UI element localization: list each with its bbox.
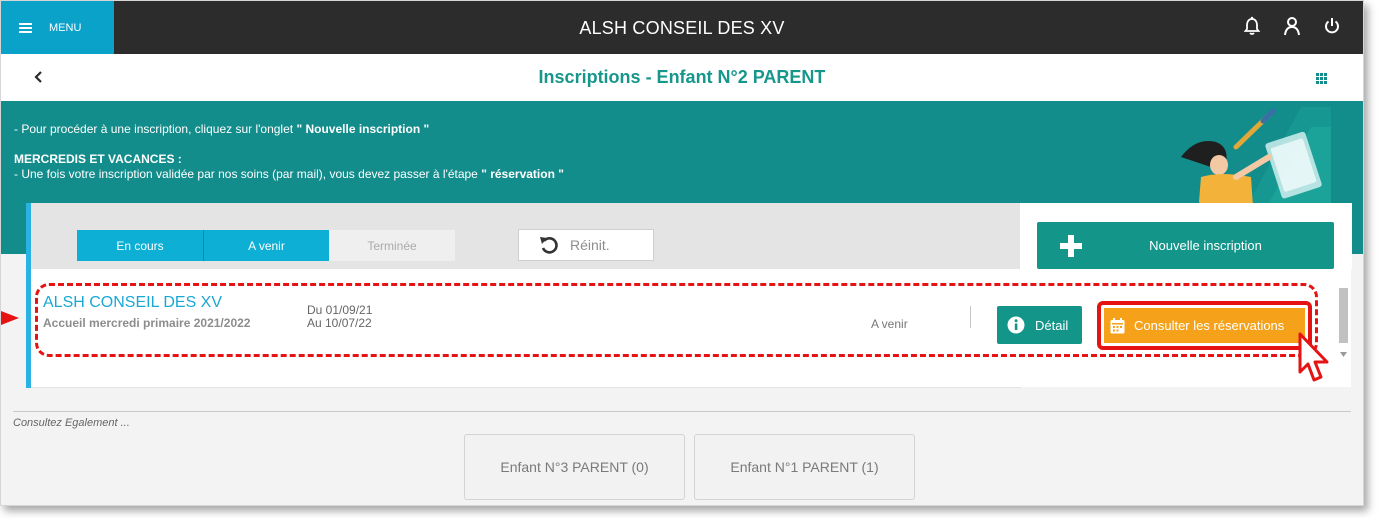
list-accent-bar: [26, 269, 31, 387]
power-icon[interactable]: [1323, 16, 1341, 36]
highlight-dashed-box: [35, 283, 1318, 357]
top-bar: MENU ALSH CONSEIL DES XV: [1, 1, 1363, 54]
bell-icon[interactable]: [1243, 16, 1261, 36]
scrollbar-thumb[interactable]: [1339, 288, 1348, 343]
new-inscription-button[interactable]: Nouvelle inscription: [1037, 222, 1334, 269]
banner-line-1-text: - Pour procéder à une inscription, cliqu…: [14, 122, 297, 136]
scroll-down-arrow-icon[interactable]: [1340, 352, 1347, 357]
banner-line-2: - Une fois votre inscription validée par…: [14, 167, 564, 182]
reset-label: Réinit.: [570, 237, 610, 253]
tab-terminee[interactable]: Terminée: [329, 230, 455, 261]
see-also-label: Consultez Egalement ...: [13, 417, 130, 429]
banner-illustration: [1181, 107, 1331, 217]
user-icon[interactable]: [1283, 16, 1301, 36]
mouse-cursor-icon: [1298, 332, 1329, 382]
child-1-button[interactable]: Enfant N°1 PARENT (1): [694, 434, 915, 500]
reset-button[interactable]: Réinit.: [518, 229, 654, 261]
app-window: MENU ALSH CONSEIL DES XV Inscriptions - …: [0, 0, 1364, 506]
app-title: ALSH CONSEIL DES XV: [579, 18, 785, 38]
banner-line-2-bold: " réservation ": [481, 167, 564, 181]
status-tabs: En cours A venir Terminée: [77, 230, 455, 261]
new-inscription-label: Nouvelle inscription: [1149, 238, 1262, 253]
top-icons: [1243, 16, 1341, 36]
red-pointer-arrow-icon: [1, 311, 19, 325]
banner-heading: MERCREDIS ET VACANCES :: [14, 152, 564, 167]
banner-line-2-text: - Une fois votre inscription validée par…: [14, 167, 482, 181]
child-3-button[interactable]: Enfant N°3 PARENT (0): [464, 434, 685, 500]
banner-line-1-bold: " Nouvelle inscription ": [296, 122, 430, 136]
banner-line-1: - Pour procéder à une inscription, cliqu…: [14, 122, 564, 137]
banner-heading-text: MERCREDIS ET VACANCES :: [14, 152, 182, 166]
page-title: Inscriptions - Enfant N°2 PARENT: [538, 67, 826, 87]
page-header: Inscriptions - Enfant N°2 PARENT: [1, 54, 1363, 101]
banner-text: - Pour procéder à une inscription, cliqu…: [14, 122, 564, 182]
tab-a-venir[interactable]: A venir: [203, 230, 329, 261]
apps-grid-icon[interactable]: [1316, 73, 1327, 84]
section-divider: [13, 411, 1351, 412]
undo-icon: [540, 237, 558, 254]
tab-en-cours[interactable]: En cours: [77, 230, 203, 261]
